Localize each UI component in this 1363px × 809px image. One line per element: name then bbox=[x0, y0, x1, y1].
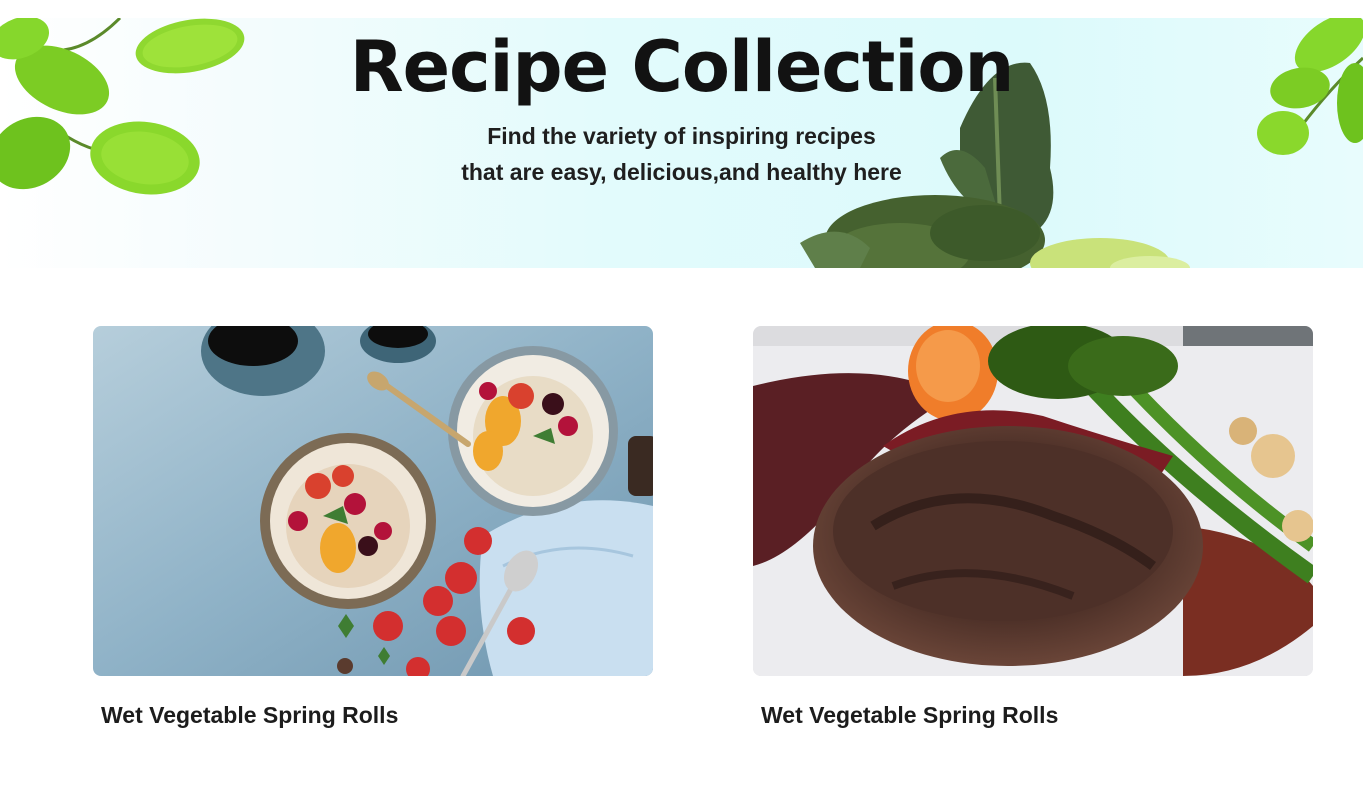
recipe-title[interactable]: Wet Vegetable Spring Rolls bbox=[93, 676, 653, 729]
hero-banner: Recipe Collection Find the variety of in… bbox=[0, 18, 1363, 268]
recipe-title[interactable]: Wet Vegetable Spring Rolls bbox=[753, 676, 1313, 729]
recipe-image[interactable] bbox=[93, 326, 653, 676]
recipe-card[interactable]: Wet Vegetable Spring Rolls bbox=[753, 326, 1313, 729]
recipe-card[interactable]: Wet Vegetable Spring Rolls bbox=[93, 326, 653, 729]
hero-subtitle-line-2: that are easy, delicious,and healthy her… bbox=[461, 159, 902, 185]
page-title: Recipe Collection bbox=[349, 26, 1015, 108]
top-spacer bbox=[0, 0, 1363, 18]
recipe-image[interactable] bbox=[753, 326, 1313, 676]
hero-subtitle-line-1: Find the variety of inspiring recipes bbox=[487, 123, 876, 149]
